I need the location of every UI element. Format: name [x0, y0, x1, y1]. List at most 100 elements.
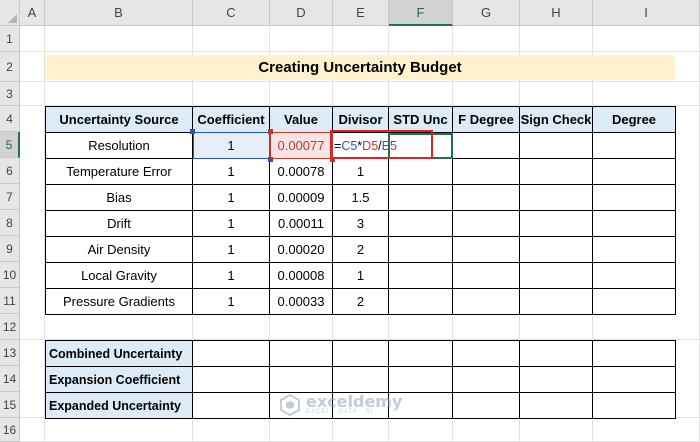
cell-degree[interactable] — [593, 237, 676, 263]
summary-cell[interactable] — [389, 367, 453, 393]
summary-cell[interactable] — [520, 367, 593, 393]
cell-degree[interactable] — [593, 289, 676, 315]
summary-cell[interactable] — [520, 393, 593, 419]
row-header-9[interactable]: 9 — [0, 236, 20, 262]
cell-sign-check[interactable] — [520, 133, 593, 159]
column-header-d[interactable]: D — [270, 0, 333, 26]
summary-cell[interactable] — [389, 340, 453, 367]
cell-degree[interactable] — [593, 263, 676, 289]
row-header-4[interactable]: 4 — [0, 106, 20, 132]
summary-cell[interactable] — [453, 340, 520, 367]
summary-cell[interactable] — [593, 393, 676, 419]
cell-value[interactable]: 0.00020 — [270, 237, 333, 263]
summary-cell[interactable] — [593, 340, 676, 367]
cell-degree[interactable] — [593, 185, 676, 211]
summary-cell[interactable] — [270, 340, 333, 367]
cell-source[interactable]: Resolution — [45, 133, 193, 159]
summary-label-expanded[interactable]: Expanded Uncertainty — [45, 393, 193, 419]
cell-std-unc[interactable] — [389, 159, 453, 185]
cell-std-unc[interactable] — [389, 185, 453, 211]
summary-label-combined[interactable]: Combined Uncertainty — [45, 340, 193, 367]
summary-cell[interactable] — [453, 367, 520, 393]
cell-divisor[interactable]: 1 — [333, 159, 389, 185]
cell-divisor[interactable]: 1.5 — [333, 185, 389, 211]
cell-value[interactable]: 0.00078 — [270, 159, 333, 185]
summary-cell[interactable] — [270, 367, 333, 393]
cell-degree[interactable] — [593, 133, 676, 159]
header-degree[interactable]: Degree — [593, 106, 676, 133]
summary-cell[interactable] — [193, 367, 270, 393]
column-header-c[interactable]: C — [193, 0, 270, 26]
summary-cell[interactable] — [520, 340, 593, 367]
cell-value[interactable]: 0.00033 — [270, 289, 333, 315]
header-std-unc[interactable]: STD Unc — [389, 106, 453, 133]
cell-f-degree[interactable] — [453, 263, 520, 289]
column-header-i[interactable]: I — [593, 0, 700, 26]
cell-coefficient[interactable]: 1 — [193, 185, 270, 211]
cell-divisor[interactable]: 1 — [333, 263, 389, 289]
summary-cell[interactable] — [333, 367, 389, 393]
cell-source[interactable]: Pressure Gradients — [45, 289, 193, 315]
row-header-1[interactable]: 1 — [0, 26, 20, 52]
cell-coefficient[interactable]: 1 — [193, 289, 270, 315]
column-header-a[interactable]: A — [20, 0, 45, 26]
select-all-corner[interactable] — [0, 0, 20, 26]
row-header-8[interactable]: 8 — [0, 210, 20, 236]
row-header-7[interactable]: 7 — [0, 184, 20, 210]
cell-source[interactable]: Local Gravity — [45, 263, 193, 289]
cell-coefficient[interactable]: 1 — [193, 211, 270, 237]
cell-value[interactable]: 0.00011 — [270, 211, 333, 237]
header-uncertainty-source[interactable]: Uncertainty Source — [45, 106, 193, 133]
column-header-h[interactable]: H — [520, 0, 593, 26]
cell-sign-check[interactable] — [520, 237, 593, 263]
cell-value[interactable]: 0.00008 — [270, 263, 333, 289]
cell-degree[interactable] — [593, 211, 676, 237]
cell-sign-check[interactable] — [520, 289, 593, 315]
cell-sign-check[interactable] — [520, 185, 593, 211]
row-header-2[interactable]: 2 — [0, 52, 20, 82]
row-header-13[interactable]: 13 — [0, 340, 20, 366]
row-header-6[interactable]: 6 — [0, 158, 20, 184]
summary-cell[interactable] — [453, 393, 520, 419]
cell-divisor[interactable]: 3 — [333, 211, 389, 237]
cell-std-unc[interactable] — [389, 263, 453, 289]
cell-divisor[interactable]: 2 — [333, 289, 389, 315]
summary-cell[interactable] — [193, 340, 270, 367]
cell-degree[interactable] — [593, 159, 676, 185]
header-value[interactable]: Value — [270, 106, 333, 133]
header-f-degree[interactable]: F Degree — [453, 106, 520, 133]
summary-cell[interactable] — [593, 367, 676, 393]
reference-handle[interactable] — [268, 129, 273, 134]
cell-f-degree[interactable] — [453, 211, 520, 237]
row-header-16[interactable]: 16 — [0, 418, 20, 442]
cell-source[interactable]: Drift — [45, 211, 193, 237]
header-divisor[interactable]: Divisor — [333, 106, 389, 133]
column-header-f[interactable]: F — [389, 0, 453, 26]
row-header-14[interactable]: 14 — [0, 366, 20, 392]
cell-f-degree[interactable] — [453, 237, 520, 263]
cell-source[interactable]: Bias — [45, 185, 193, 211]
cell-std-unc[interactable] — [389, 211, 453, 237]
cell-coefficient[interactable]: 1 — [193, 263, 270, 289]
summary-cell[interactable] — [193, 393, 270, 419]
header-coefficient[interactable]: Coefficient — [193, 106, 270, 133]
cell-value[interactable]: 0.00009 — [270, 185, 333, 211]
row-header-12[interactable]: 12 — [0, 314, 20, 340]
row-header-15[interactable]: 15 — [0, 392, 20, 418]
row-header-10[interactable]: 10 — [0, 262, 20, 288]
cell-f-degree[interactable] — [453, 289, 520, 315]
cell-std-unc[interactable] — [389, 237, 453, 263]
cell-f-degree[interactable] — [453, 133, 520, 159]
cell-sign-check[interactable] — [520, 263, 593, 289]
row-header-11[interactable]: 11 — [0, 288, 20, 314]
cell-divisor[interactable]: 2 — [333, 237, 389, 263]
cell-f-degree[interactable] — [453, 185, 520, 211]
row-header-3[interactable]: 3 — [0, 82, 20, 106]
cell-coefficient[interactable]: 1 — [193, 159, 270, 185]
header-sign-check[interactable]: Sign Check — [520, 106, 593, 133]
cell-std-unc[interactable] — [389, 289, 453, 315]
column-header-e[interactable]: E — [333, 0, 389, 26]
cell-sign-check[interactable] — [520, 159, 593, 185]
cell-source[interactable]: Temperature Error — [45, 159, 193, 185]
summary-cell[interactable] — [333, 340, 389, 367]
